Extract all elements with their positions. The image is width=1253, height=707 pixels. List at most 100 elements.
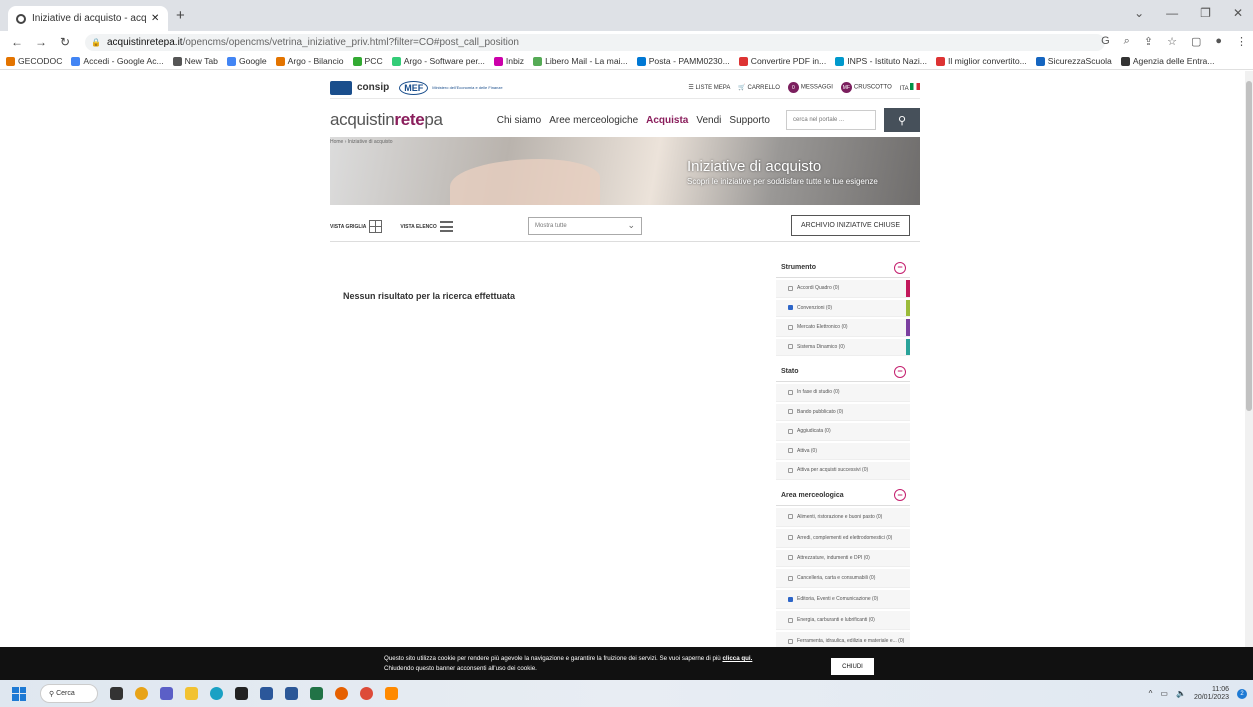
bookmark-item[interactable]: GECODOC (6, 56, 62, 66)
store-icon[interactable] (285, 687, 298, 700)
tab-search-icon[interactable]: ⌄ (1134, 6, 1144, 20)
checkbox[interactable] (788, 428, 793, 434)
search-input[interactable]: cerca nel portale ... (786, 110, 876, 130)
volume-icon[interactable]: 🔈 (1176, 689, 1186, 698)
checkbox[interactable] (788, 389, 793, 395)
messaggi-link[interactable]: 0 MESSAGGI (787, 82, 833, 93)
filter-option[interactable]: Aggiudicata (0) (776, 423, 910, 441)
bookmark-item[interactable]: Convertire PDF in... (738, 56, 826, 66)
nav-supporto[interactable]: Supporto (729, 115, 770, 126)
bookmark-item[interactable]: Inbiz (493, 56, 524, 66)
monitor-icon[interactable]: ▭ (1160, 689, 1168, 698)
share-icon[interactable]: ⇪ (1144, 35, 1153, 48)
page-scrollbar[interactable] (1245, 71, 1253, 647)
star-icon[interactable]: ☆ (1167, 35, 1177, 48)
checkbox[interactable] (788, 638, 793, 644)
cookie-close-button[interactable]: CHIUDI (831, 658, 874, 675)
bookmark-item[interactable]: Il miglior convertito... (935, 56, 1027, 66)
filter-group-header[interactable]: Area merceologica − (776, 486, 910, 506)
cookie-link[interactable]: clicca qui. (722, 655, 752, 662)
nav-vendi[interactable]: Vendi (696, 115, 721, 126)
consip-logo[interactable]: consip (330, 80, 389, 95)
back-icon[interactable]: ← (10, 35, 24, 49)
list-view-button[interactable]: VISTA ELENCO (400, 221, 453, 232)
archive-button[interactable]: ARCHIVIO INIZIATIVE CHIUSE (791, 215, 910, 236)
bookmark-item[interactable]: New Tab (172, 56, 218, 66)
checkbox[interactable] (788, 575, 793, 581)
site-logo[interactable]: acquistinretepa (330, 110, 443, 130)
bookmark-item[interactable]: INPS - Istituto Nazi... (835, 56, 927, 66)
filter-option[interactable]: Attrezzature, indumenti e DPI (0) (776, 549, 910, 567)
close-window-button[interactable]: ✕ (1233, 6, 1243, 20)
language-selector[interactable]: ITA (900, 83, 920, 92)
collapse-icon[interactable]: − (894, 365, 906, 378)
clock[interactable]: 11:06 20/01/2023 (1194, 686, 1229, 702)
chrome-icon[interactable] (360, 687, 373, 700)
close-tab-icon[interactable]: ✕ (151, 13, 159, 24)
chevron-up-icon[interactable]: ^ (1149, 689, 1153, 698)
filter-select[interactable]: Mostra tutte ⌄ (528, 217, 642, 235)
mef-logo[interactable]: MEF Ministero dell'Economia e delle Finan… (399, 80, 503, 95)
checkbox[interactable] (788, 285, 793, 291)
bookmark-item[interactable]: PCC (352, 56, 383, 66)
filter-option[interactable]: Bando pubblicato (0) (776, 403, 910, 421)
google-icon[interactable]: G (1101, 35, 1110, 48)
checkbox[interactable] (788, 324, 793, 330)
checkbox[interactable] (788, 596, 793, 602)
checkbox[interactable] (788, 448, 793, 454)
word-icon[interactable] (260, 687, 273, 700)
filter-option[interactable]: Convenzioni (0) (776, 299, 910, 317)
firefox-icon[interactable] (335, 687, 348, 700)
collapse-icon[interactable]: − (894, 489, 906, 501)
edge-icon[interactable] (210, 687, 223, 700)
nav-aree-merceologiche[interactable]: Aree merceologiche (549, 115, 638, 126)
checkbox[interactable] (788, 467, 793, 473)
scrollbar-thumb[interactable] (1246, 81, 1252, 411)
liste-mepa-link[interactable]: ☰ LISTE MEPA (688, 84, 730, 91)
nav-acquista[interactable]: Acquista (646, 115, 688, 126)
filter-option[interactable]: Editoria, Eventi e Comunicazione (0) (776, 590, 910, 609)
filter-group-header[interactable]: Strumento − (776, 258, 910, 278)
search-button[interactable]: ⚲ (884, 108, 920, 132)
filter-option[interactable]: Alimenti, ristorazione e buoni pasto (0) (776, 507, 910, 527)
app-icon[interactable] (385, 687, 398, 700)
filter-option[interactable]: Energia, carburanti e lubrificanti (0) (776, 611, 910, 630)
zoom-icon[interactable]: ⌕ (1124, 35, 1130, 48)
checkbox[interactable] (788, 409, 793, 415)
bookmark-item[interactable]: Posta - PAMM0230... (636, 56, 730, 66)
cruscotto-link[interactable]: MF CRUSCOTTO (840, 82, 892, 93)
bookmark-item[interactable]: Argo - Bilancio (275, 56, 344, 66)
filter-option[interactable]: Attiva per acquisti successivi (0) (776, 462, 910, 480)
address-bar[interactable]: 🔒 acquistinretepa.it /opencms/opencms/ve… (85, 34, 1105, 51)
chat-icon[interactable] (160, 687, 173, 700)
filter-option[interactable]: Attiva (0) (776, 442, 910, 460)
bookmark-item[interactable]: Argo - Software per... (391, 56, 485, 66)
collapse-icon[interactable]: − (894, 261, 906, 274)
notification-badge[interactable]: 2 (1237, 688, 1247, 699)
bookmark-item[interactable]: Accedi - Google Ac... (71, 56, 164, 66)
minimize-button[interactable]: — (1166, 6, 1178, 20)
windows-start-icon[interactable] (12, 686, 26, 701)
checkbox[interactable] (788, 305, 793, 311)
carrello-link[interactable]: 🛒 CARRELLO (738, 84, 779, 91)
excel-icon[interactable] (310, 687, 323, 700)
new-tab-button[interactable]: + (176, 7, 185, 24)
filter-group-header[interactable]: Stato − (776, 362, 910, 382)
menu-icon[interactable]: ⋮ (1236, 35, 1247, 48)
filter-option[interactable]: Cancelleria, carta e consumabili (0) (776, 569, 910, 588)
checkbox[interactable] (788, 514, 793, 519)
filter-option[interactable]: In fase di studio (0) (776, 384, 910, 402)
restore-button[interactable]: ❐ (1200, 6, 1211, 20)
file-explorer-icon[interactable] (185, 687, 198, 700)
widgets-icon[interactable] (135, 687, 148, 700)
bookmark-item[interactable]: Google (226, 56, 267, 66)
checkbox[interactable] (788, 555, 793, 561)
sidepanel-icon[interactable]: ▢ (1191, 35, 1201, 48)
filter-option[interactable]: Sistema Dinamico (0) (776, 338, 910, 356)
filter-option[interactable]: Arredi, complementi ed elettrodomestici … (776, 528, 910, 548)
bookmark-item[interactable]: Agenzia delle Entra... (1120, 56, 1215, 66)
filter-option[interactable]: Accordi Quadro (0) (776, 280, 910, 298)
checkbox[interactable] (788, 617, 793, 623)
checkbox[interactable] (788, 535, 793, 540)
filter-option[interactable]: Ferramenta, idraulica, edilizia e materi… (776, 632, 910, 647)
